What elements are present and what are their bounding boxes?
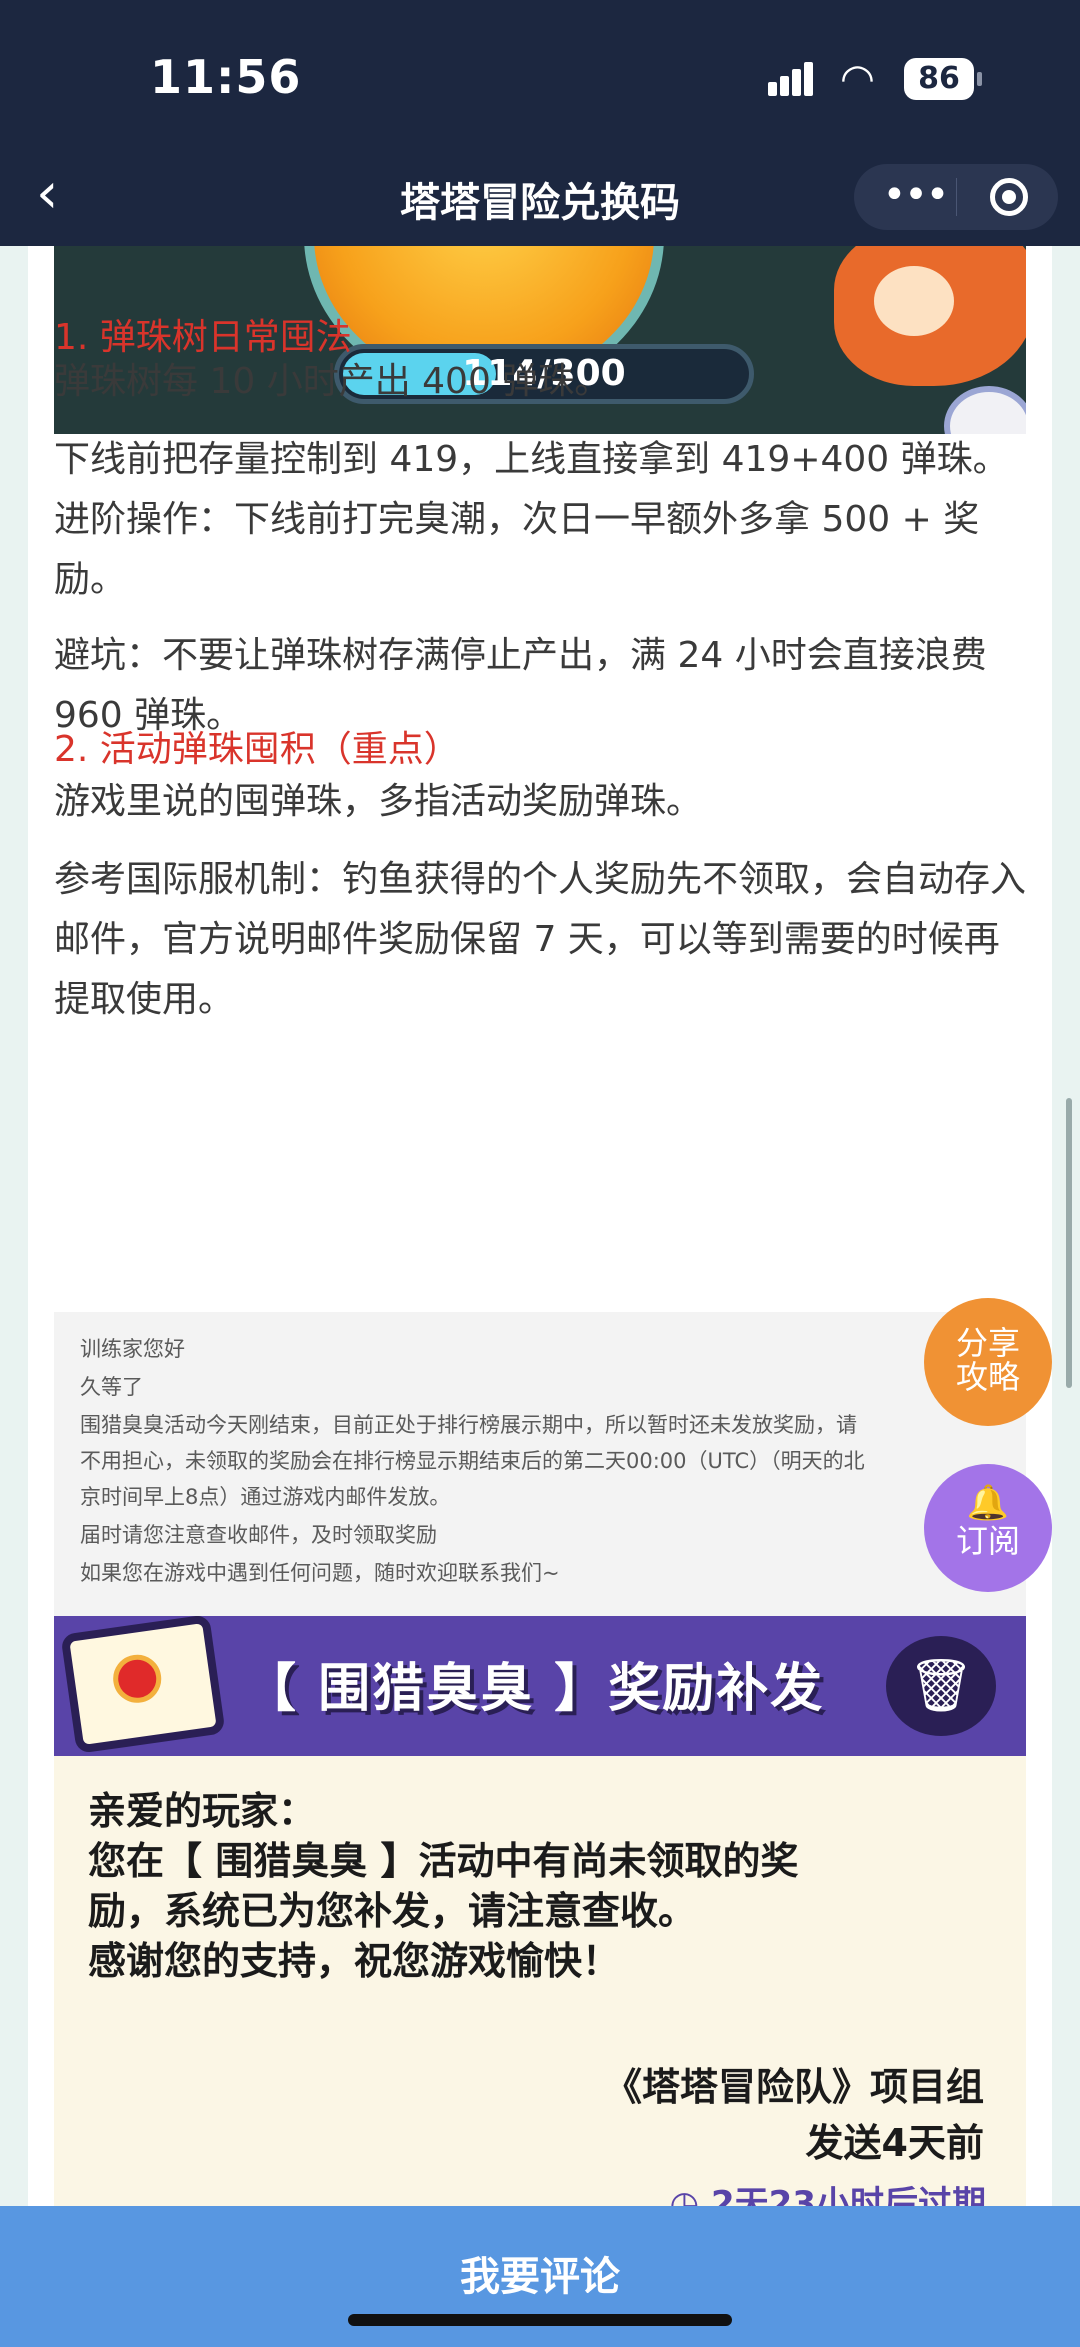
mail-line: 亲爱的玩家： (88, 1789, 317, 1833)
notice-line: 久等了 (80, 1375, 143, 1399)
scrollbar[interactable] (1066, 1098, 1072, 1388)
subscribe-label: 订阅 (955, 1522, 1020, 1560)
notice-line: 届时请您注意查收邮件，及时领取奖励 (80, 1523, 437, 1547)
wifi-icon: ◠ (840, 56, 875, 102)
mail-line: 感谢您的支持，祝您游戏愉快！ (88, 1939, 621, 1983)
notice-screenshot: 训练家您好 久等了 围猎臭臭活动今天刚结束，目前正处于排行榜展示期中，所以暂时还… (54, 1312, 1026, 1616)
mail-expire: ◷ 2天23小时后过期 (670, 2176, 987, 2206)
mail-header: 【 围猎臭臭 】奖励补发 🗑 (54, 1616, 1026, 1756)
character-face (874, 266, 954, 336)
notice-line: 京时间早上8点）通过游戏内邮件发放。 (80, 1485, 451, 1509)
status-bar: 11:56 ◠ 86 (0, 0, 1080, 150)
close-target-icon[interactable] (990, 178, 1028, 216)
mail-expire-text: 2天23小时后过期 (711, 2184, 986, 2206)
status-time: 11:56 (150, 50, 302, 104)
subscribe-button[interactable]: 🔔 订阅 (924, 1464, 1052, 1592)
share-guide-button[interactable]: 分享 攻略 (924, 1298, 1052, 1426)
cellular-signal-icon (768, 60, 824, 96)
share-label-1: 分享 (955, 1324, 1020, 1362)
mail-title: 【 围猎臭臭 】奖励补发 (244, 1659, 825, 1719)
paragraph-5: 参考国际服机制：钓鱼获得的个人奖励先不领取，会自动存入邮件，官方说明邮件奖励保留… (54, 859, 1027, 1020)
more-icon[interactable]: ••• (880, 170, 950, 220)
mail-line: 励，系统已为您补发，请注意查收。 (88, 1889, 697, 1933)
share-label-2: 攻略 (955, 1358, 1020, 1396)
battery-icon: 86 (904, 58, 982, 100)
paragraph-2: 下线前把存量控制到 419，上线直接拿到 419+400 弹珠。进阶操作：下线前… (54, 439, 1009, 600)
section2-title: 2. 活动弹珠囤积（重点） (54, 729, 460, 770)
envelope-icon (60, 1616, 226, 1754)
notice-line: 训练家您好 (80, 1337, 185, 1361)
mail-sign: 《塔塔冒险队》项目组 (603, 2065, 984, 2109)
notice-line: 不用担心，未领取的奖励会在排行榜显示期结束后的第二天00:00（UTC）（明天的… (80, 1449, 865, 1473)
paragraph-1: 弹珠树每 10 小时产出 400 弹珠。 (54, 361, 611, 402)
paragraph-4: 游戏里说的囤弹珠，多指活动奖励弹珠。 (54, 781, 703, 822)
mini-program-capsule: ••• (854, 164, 1058, 230)
trash-icon: 🗑 (886, 1636, 996, 1736)
nav-bar: ‹ 塔塔冒险兑换码 ••• (0, 150, 1080, 246)
clock-icon: ◷ (669, 2184, 712, 2206)
article-card: 114/300 1. 弹珠树日常囤法 弹珠树每 10 小时产出 400 弹珠。 … (28, 246, 1052, 2206)
mail-sent-time: 发送4天前 (805, 2121, 984, 2165)
bell-icon: 🔔 (966, 1483, 1010, 1523)
mail-line: 您在【 围猎臭臭 】活动中有尚未领取的奖 (88, 1839, 799, 1883)
seal-icon (110, 1651, 165, 1706)
top-bar: 11:56 ◠ 86 ‹ 塔塔冒险兑换码 ••• (0, 0, 1080, 246)
comment-button[interactable]: 我要评论 (0, 2244, 1080, 2302)
home-indicator (348, 2314, 732, 2326)
capsule-divider (956, 178, 957, 216)
notice-line: 围猎臭臭活动今天刚结束，目前正处于排行榜展示期中，所以暂时还未发放奖励，请 (80, 1413, 857, 1437)
notice-line: 如果您在游戏中遇到任何问题，随时欢迎联系我们~ (80, 1561, 560, 1585)
mail-screenshot: 【 围猎臭臭 】奖励补发 🗑 亲爱的玩家： 您在【 围猎臭臭 】活动中有尚未领取… (54, 1616, 1026, 2206)
